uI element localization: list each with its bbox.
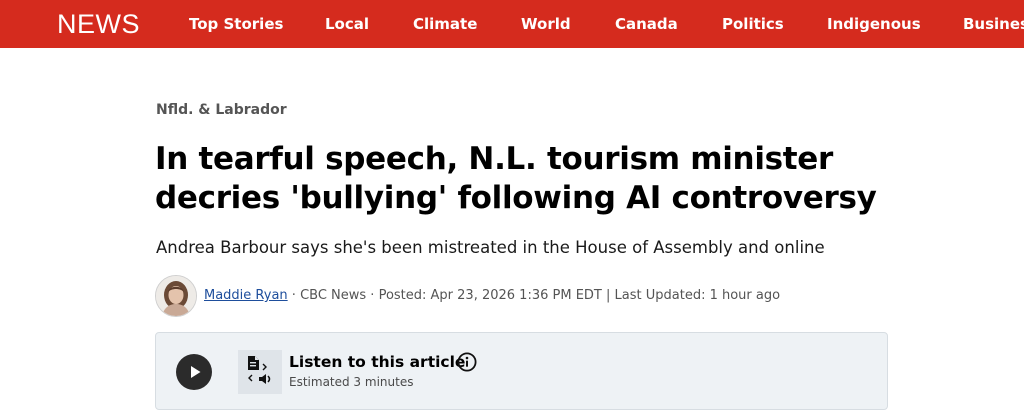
play-icon [191,366,201,378]
byline-posted: Posted: Apr 23, 2026 1:36 PM EDT [378,288,602,303]
author-portrait-icon [156,276,196,316]
byline-separator: · [366,288,379,303]
author-link[interactable]: Maddie Ryan [204,288,288,303]
play-button[interactable] [176,354,212,390]
nav-item-climate[interactable]: Climate [413,15,477,33]
nav-item-indigenous[interactable]: Indigenous [827,15,921,33]
listen-to-article-panel: Listen to this article Estimated 3 minut… [155,332,888,410]
article-headline: In tearful speech, N.L. tourism minister… [155,141,877,216]
nav-item-top-stories[interactable]: Top Stories [189,15,283,33]
news-logo[interactable]: NEWS [57,10,140,38]
byline-outlet: CBC News [300,288,367,303]
text-to-speech-tile [238,350,282,394]
info-button[interactable] [457,352,477,372]
nav-item-business[interactable]: Business [963,15,1024,33]
listen-duration: Estimated 3 minutes [289,375,414,389]
listen-title: Listen to this article [289,353,466,371]
article-byline: Maddie Ryan · CBC News · Posted: Apr 23,… [204,287,780,304]
byline-updated: Last Updated: 1 hour ago [614,288,781,303]
section-label[interactable]: Nfld. & Labrador [156,102,287,118]
nav-item-local[interactable]: Local [325,15,369,33]
nav-item-politics[interactable]: Politics [722,15,784,33]
top-navigation-bar: NEWS Top Stories Local Climate World Can… [0,0,1024,48]
article-subheadline: Andrea Barbour says she's been mistreate… [156,238,825,257]
nav-item-canada[interactable]: Canada [615,15,678,33]
byline-separator: · [287,288,301,303]
text-to-speech-icon [248,356,271,384]
author-avatar[interactable] [155,275,197,317]
info-icon [457,352,477,372]
nav-item-world[interactable]: World [521,15,571,33]
byline-pipe: | [601,288,615,303]
